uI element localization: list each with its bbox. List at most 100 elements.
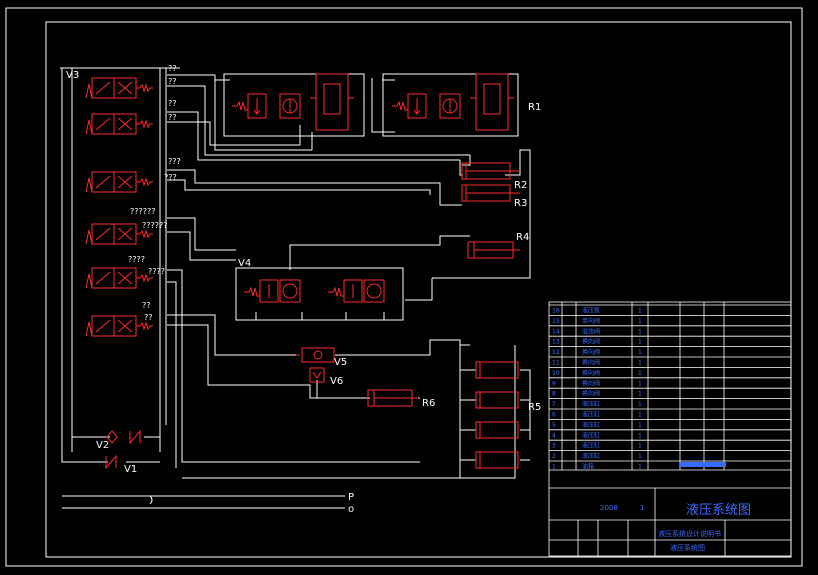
parts-row-qty: 1	[638, 453, 642, 460]
parts-row-name: 换向阀	[582, 338, 600, 346]
parts-row-index: 14	[552, 328, 560, 335]
valve-annotation: ??	[168, 77, 177, 86]
cylinder-r5-1	[475, 361, 519, 379]
parts-row-name: 换向阀	[582, 379, 600, 387]
parts-row-qty: 1	[638, 401, 642, 408]
parts-row-name: 换向阀	[582, 348, 600, 356]
cylinder-r2	[461, 162, 520, 180]
valve-v2	[106, 429, 141, 445]
parts-row-index: 6	[552, 412, 556, 419]
label-o: o	[348, 504, 354, 515]
parts-row-name: 液压缸	[582, 400, 600, 408]
valve-v6	[309, 367, 325, 383]
valve-annotation: ??????	[130, 207, 155, 216]
parts-row-name: 换向阀	[582, 359, 600, 367]
drawing-frame	[45, 21, 792, 558]
parts-row-qty: 1	[638, 328, 642, 335]
valve-annotation: ????	[148, 267, 165, 276]
parts-row-index: 10	[552, 370, 560, 377]
parts-row-index: 9	[552, 380, 556, 387]
label-v2: V2	[96, 440, 109, 451]
directional-valve-5	[85, 267, 153, 289]
label-v6: V6	[330, 376, 343, 387]
label-r2: R2	[514, 180, 527, 191]
label-v5: V5	[334, 357, 347, 368]
parts-row-name: 单向阀	[582, 317, 600, 325]
unit-name: 液压系统设计说明书	[658, 529, 721, 538]
labels: V3 R1 R2 R3 R4 V4 V5 V6 R6 R5 V2 V1 P o …	[66, 64, 541, 515]
parts-row-index: 12	[552, 349, 560, 356]
parts-row-qty: 1	[638, 443, 642, 450]
cylinders	[367, 162, 520, 469]
parts-row-qty: 1	[638, 412, 642, 419]
label-r4: R4	[516, 232, 529, 243]
parts-row-index: 4	[552, 432, 556, 439]
parts-row-index: 11	[552, 360, 560, 367]
cylinder-r4	[467, 241, 520, 259]
parts-row-qty: 1	[638, 464, 642, 471]
valve-annotation: ??????	[142, 221, 167, 230]
label-v4: V4	[238, 258, 251, 269]
parts-row-name: 溢流阀	[582, 327, 600, 335]
parts-row-index: 3	[552, 443, 556, 450]
parts-row-name: 液压缸	[582, 442, 600, 450]
drawing-title: 液压系统图	[686, 503, 751, 518]
label-p: P	[348, 492, 354, 503]
parts-row-qty: 1	[638, 370, 642, 377]
directional-valve-2	[85, 113, 153, 135]
cylinder-r3	[461, 184, 520, 202]
parts-row-index: 2	[552, 453, 556, 460]
parts-row-index: 15	[552, 318, 560, 325]
parts-row-qty: 1	[638, 339, 642, 346]
parts-row-name: 换向阀	[582, 369, 600, 377]
valve-annotation: ??	[142, 301, 151, 310]
small-valves	[105, 347, 335, 470]
parts-row-index: 7	[552, 401, 556, 408]
parts-row-name: 液压泵	[582, 307, 600, 315]
parts-row-qty: 1	[638, 360, 642, 367]
label-r1: R1	[528, 102, 541, 113]
sheet-number: 1	[640, 504, 644, 512]
valve-annotation: ????	[128, 255, 145, 264]
parts-row-index: 5	[552, 422, 556, 429]
label-v3: V3	[66, 70, 79, 81]
label-r3: R3	[514, 198, 527, 209]
parts-row-qty: 1	[638, 308, 642, 315]
cylinder-r5-2	[475, 391, 519, 409]
hydraulic-system-drawing: V3 R1 R2 R3 R4 V4 V5 V6 R6 R5 V2 V1 P o …	[5, 7, 803, 567]
label-r5: R5	[528, 402, 541, 413]
r1-assembly	[232, 73, 514, 131]
parts-row-name: 液压缸	[582, 431, 600, 439]
parts-row-qty: 1	[638, 380, 642, 387]
parts-row-index: 1	[552, 464, 556, 471]
parts-row-qty: 1	[638, 432, 642, 439]
valve-annotation: ??	[168, 64, 177, 73]
parts-row-name: 液压缸	[582, 452, 600, 460]
cylinder-r5-3	[475, 421, 519, 439]
directional-valve-3	[85, 171, 153, 193]
valve-annotation: ??	[168, 113, 177, 122]
cylinder-r5-4	[475, 451, 519, 469]
parts-row-qty: 1	[638, 318, 642, 325]
parts-row-name: 油箱	[582, 463, 594, 471]
directional-valve-6	[85, 315, 153, 337]
v4-components	[244, 279, 385, 303]
label-r6: R6	[422, 398, 435, 409]
parts-row-qty: 1	[638, 391, 642, 398]
valve-annotation: ???	[168, 157, 181, 166]
parts-row-qty: 1	[638, 422, 642, 429]
valve-v5	[296, 347, 335, 363]
label-v1: V1	[124, 464, 137, 475]
directional-valve-1	[85, 77, 153, 99]
valve-annotation: ??	[168, 99, 177, 108]
cylinder-r6	[367, 389, 418, 407]
valve-annotation: ??	[144, 313, 153, 322]
valve-annotation: ???	[164, 173, 177, 182]
parts-row-qty: 1	[638, 349, 642, 356]
title-block-bar	[680, 462, 726, 467]
parts-row-index: 16	[552, 308, 560, 315]
drawing-name: 液压系统图	[670, 543, 705, 552]
parts-row-name: 液压缸	[582, 411, 600, 419]
parts-row-name: 液压缸	[582, 421, 600, 429]
viewport-border	[5, 7, 803, 567]
